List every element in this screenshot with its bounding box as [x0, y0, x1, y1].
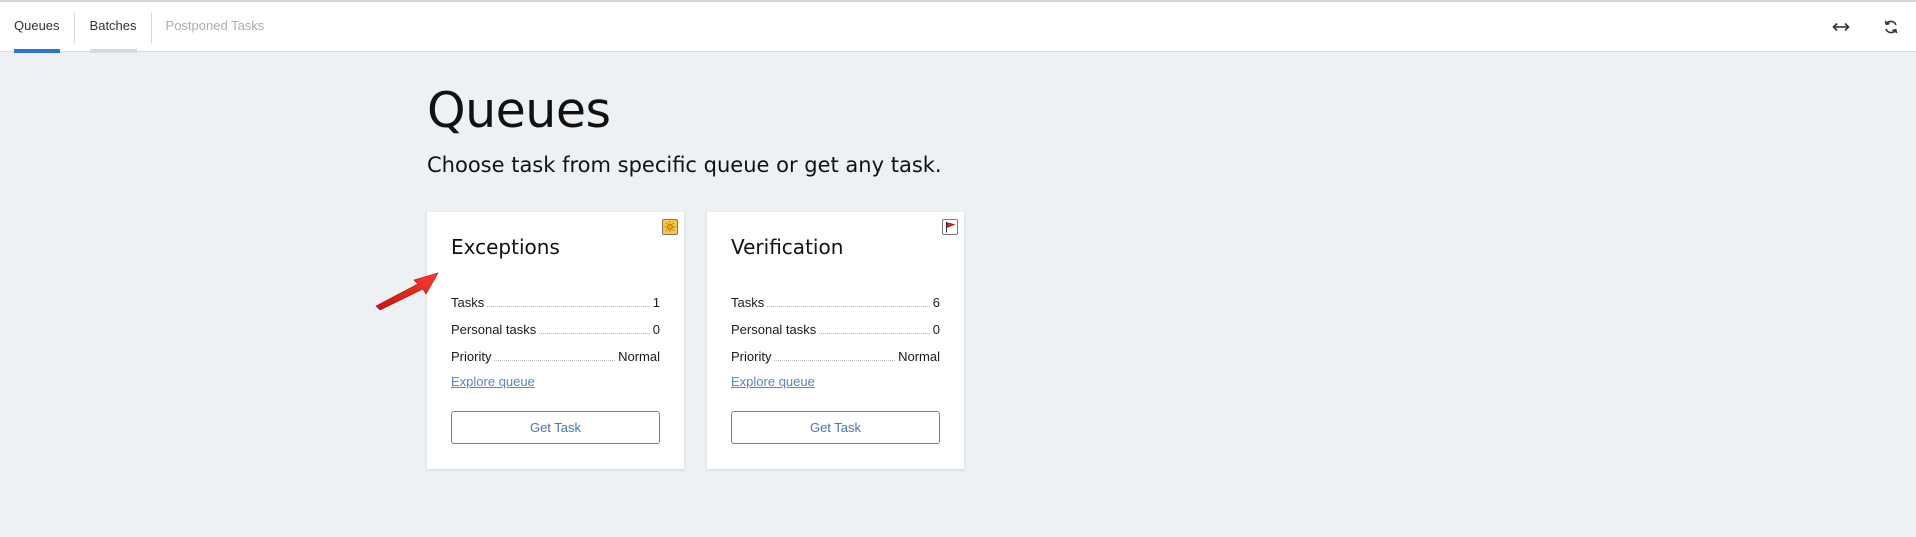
- queue-card-exceptions: Exceptions Tasks 1 Personal tasks 0 Prio…: [427, 212, 684, 469]
- stat-personal-tasks: Personal tasks 0: [731, 319, 940, 337]
- stat-tasks: Tasks 1: [451, 292, 660, 310]
- queue-name: Exceptions: [451, 235, 560, 259]
- tab-queues[interactable]: Queues: [0, 2, 74, 53]
- queue-card-verification: Verification Tasks 6 Personal tasks 0 Pr…: [707, 212, 964, 469]
- stat-value: Normal: [618, 349, 660, 364]
- flag-icon: [942, 219, 958, 235]
- sun-icon: [662, 219, 678, 235]
- annotation-arrow-icon: [375, 272, 439, 310]
- page-subtitle: Choose task from specific queue or get a…: [427, 153, 942, 177]
- dotted-leader: [494, 360, 616, 361]
- tab-bar: Queues Batches Postponed Tasks: [0, 2, 279, 53]
- top-navigation-bar: Queues Batches Postponed Tasks: [0, 0, 1916, 53]
- stat-value: 1: [652, 295, 660, 310]
- stat-value: Normal: [898, 349, 940, 364]
- stat-label: Personal tasks: [731, 322, 817, 337]
- stat-label: Personal tasks: [451, 322, 537, 337]
- dotted-leader: [539, 333, 650, 334]
- stat-priority: Priority Normal: [731, 346, 940, 364]
- tab-postponed-tasks-label: Postponed Tasks: [165, 18, 265, 33]
- dotted-leader: [767, 306, 930, 307]
- refresh-icon[interactable]: [1866, 2, 1916, 52]
- stat-value: 0: [932, 322, 940, 337]
- tab-postponed-tasks[interactable]: Postponed Tasks: [152, 2, 279, 52]
- stat-priority: Priority Normal: [451, 346, 660, 364]
- queue-name: Verification: [731, 235, 844, 259]
- dotted-leader: [819, 333, 930, 334]
- toolbar-icons: [1816, 2, 1916, 52]
- tab-divider: [73, 12, 75, 44]
- explore-queue-link[interactable]: Explore queue: [451, 374, 535, 389]
- get-task-button[interactable]: Get Task: [451, 411, 660, 444]
- tab-batches-label: Batches: [89, 18, 137, 33]
- stat-label: Priority: [731, 349, 772, 364]
- tab-queues-label: Queues: [14, 18, 60, 33]
- stat-tasks: Tasks 6: [731, 292, 940, 310]
- stat-label: Tasks: [731, 295, 765, 310]
- explore-queue-link[interactable]: Explore queue: [731, 374, 815, 389]
- stat-value: 0: [652, 322, 660, 337]
- dotted-leader: [774, 360, 896, 361]
- stat-label: Priority: [451, 349, 492, 364]
- page-title: Queues: [427, 82, 611, 139]
- get-task-button[interactable]: Get Task: [731, 411, 940, 444]
- stat-personal-tasks: Personal tasks 0: [451, 319, 660, 337]
- expand-horizontal-icon[interactable]: [1816, 2, 1866, 52]
- tab-batches[interactable]: Batches: [76, 2, 151, 53]
- dotted-leader: [487, 306, 650, 307]
- stat-value: 6: [932, 295, 940, 310]
- stat-label: Tasks: [451, 295, 485, 310]
